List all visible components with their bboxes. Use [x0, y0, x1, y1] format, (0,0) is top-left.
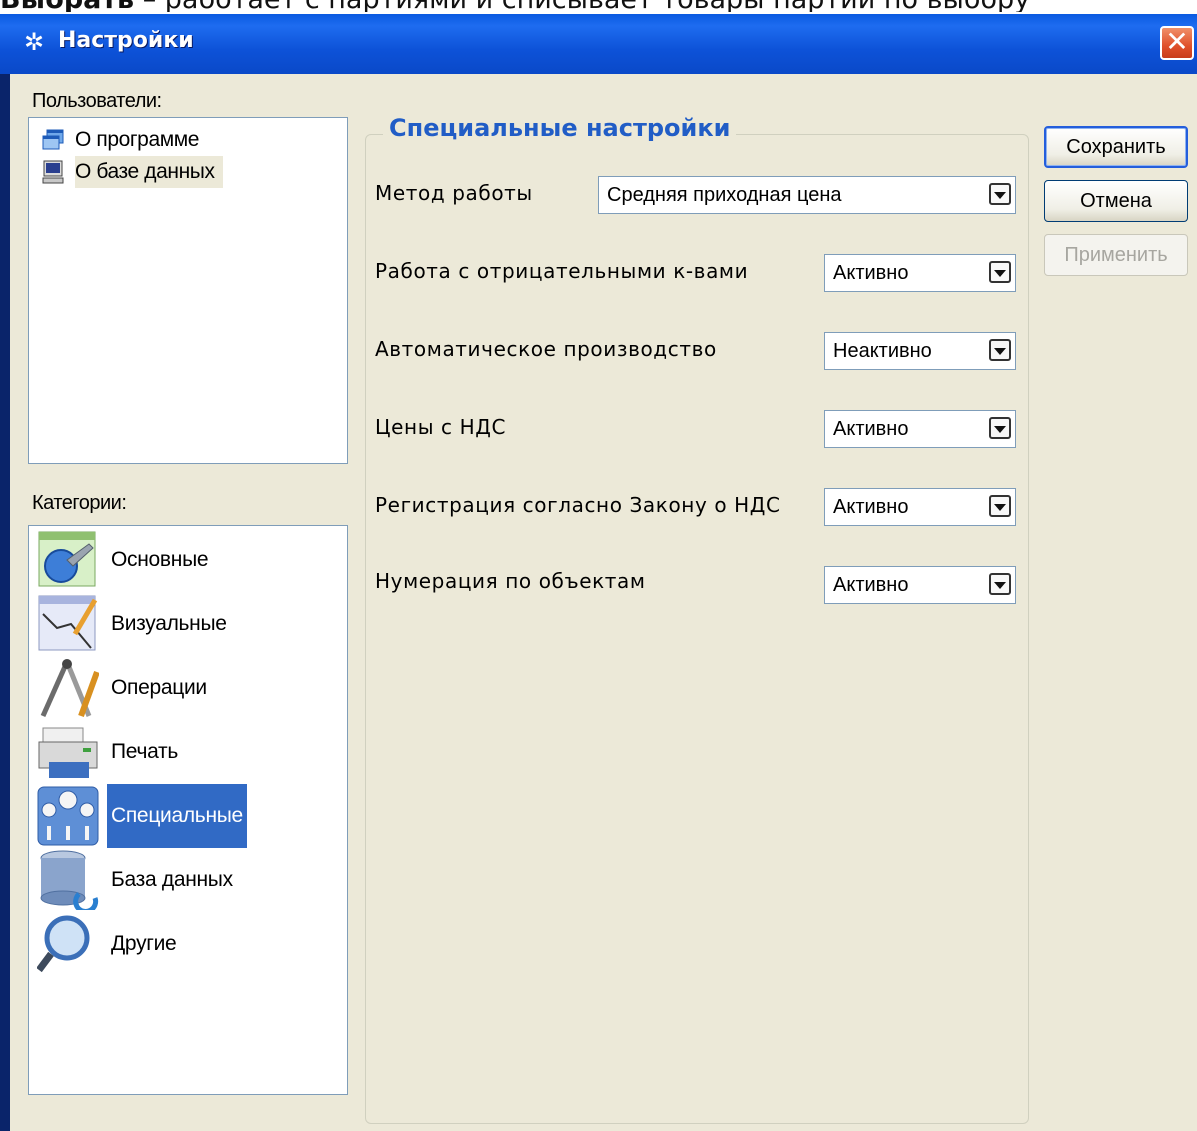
category-label: Печать	[111, 740, 178, 763]
category-item-visual[interactable]: Визуальные	[37, 592, 337, 656]
dropdown-arrow-icon[interactable]	[989, 261, 1011, 283]
magnifier-icon	[37, 915, 90, 973]
category-item-main[interactable]: Основные	[37, 528, 337, 592]
category-item-operations[interactable]: Операции	[37, 656, 337, 720]
wrench-globe-icon	[38, 531, 96, 587]
select-value: Активно	[833, 574, 909, 596]
category-label: Визуальные	[111, 612, 227, 635]
row-label-work-method: Метод работы	[375, 181, 533, 205]
auto-production-select[interactable]: Неактивно	[824, 332, 1016, 370]
document-caption: Выбрать – работает с партиями и списывае…	[0, 0, 1197, 12]
user-item-label: О программе	[75, 128, 200, 151]
vat-registration-select[interactable]: Активно	[824, 488, 1016, 526]
select-value: Неактивно	[833, 340, 932, 362]
prices-vat-select[interactable]: Активно	[824, 410, 1016, 448]
row-label-numbering: Нумерация по объектам	[375, 569, 646, 593]
category-label: Другие	[111, 932, 177, 955]
cancel-button[interactable]: Отмена	[1044, 180, 1188, 222]
user-item-label: О базе данных	[75, 156, 223, 188]
users-list[interactable]: О программе О базе данных	[28, 117, 348, 464]
compass-icon	[40, 659, 99, 718]
row-label-negative-qty: Работа с отрицательными к-вами	[375, 259, 749, 283]
negative-qty-select[interactable]: Активно	[824, 254, 1016, 292]
select-value: Средняя приходная цена	[607, 184, 842, 206]
row-label-prices-vat: Цены с НДС	[375, 415, 507, 439]
row-label-auto-production: Автоматическое производство	[375, 337, 717, 361]
category-item-other[interactable]: Другие	[37, 912, 337, 976]
gauges-icon	[37, 786, 99, 846]
caption-text: – работает с партиями и списывает товары…	[134, 0, 1030, 12]
select-value: Активно	[833, 262, 909, 284]
window-title: Настройки	[58, 28, 194, 53]
dialog-body: Пользователи: О программе О базе данных	[10, 74, 1197, 1131]
caption-bold: Выбрать	[0, 0, 134, 12]
windows-icon	[42, 129, 64, 150]
printer-icon	[38, 727, 98, 778]
category-label: Специальные	[107, 784, 247, 848]
category-item-special[interactable]: Специальные	[37, 784, 337, 848]
category-label: База данных	[111, 868, 233, 891]
dropdown-arrow-icon[interactable]	[989, 417, 1011, 439]
close-button[interactable]: ✕	[1160, 26, 1194, 60]
category-item-print[interactable]: Печать	[37, 720, 337, 784]
dropdown-arrow-icon[interactable]	[989, 183, 1011, 205]
drawing-icon	[38, 595, 98, 651]
apply-button[interactable]: Применить	[1044, 234, 1188, 276]
close-icon: ✕	[1165, 25, 1189, 58]
title-bar[interactable]: ✲ Настройки ✕	[0, 14, 1197, 74]
category-item-database[interactable]: База данных	[37, 848, 337, 912]
category-label: Основные	[111, 548, 209, 571]
dropdown-arrow-icon[interactable]	[989, 495, 1011, 517]
categories-label: Категории:	[32, 492, 127, 514]
database-icon	[40, 850, 99, 910]
settings-window: ✲ Настройки ✕ Пользователи: О программе	[0, 14, 1197, 1131]
select-value: Активно	[833, 418, 909, 440]
categories-list[interactable]: Основные Визуальные Операции Печать Спец…	[28, 525, 348, 1095]
gear-icon: ✲	[23, 28, 45, 56]
work-method-select[interactable]: Средняя приходная цена	[598, 176, 1016, 214]
group-title: Специальные настройки	[383, 114, 737, 142]
save-button[interactable]: Сохранить	[1044, 126, 1188, 168]
category-label: Операции	[111, 676, 207, 699]
users-label: Пользователи:	[32, 90, 162, 112]
row-label-vat-registration: Регистрация согласно Закону о НДС	[375, 493, 781, 517]
computer-icon	[42, 160, 64, 184]
select-value: Активно	[833, 496, 909, 518]
dropdown-arrow-icon[interactable]	[989, 339, 1011, 361]
dropdown-arrow-icon[interactable]	[989, 573, 1011, 595]
numbering-select[interactable]: Активно	[824, 566, 1016, 604]
